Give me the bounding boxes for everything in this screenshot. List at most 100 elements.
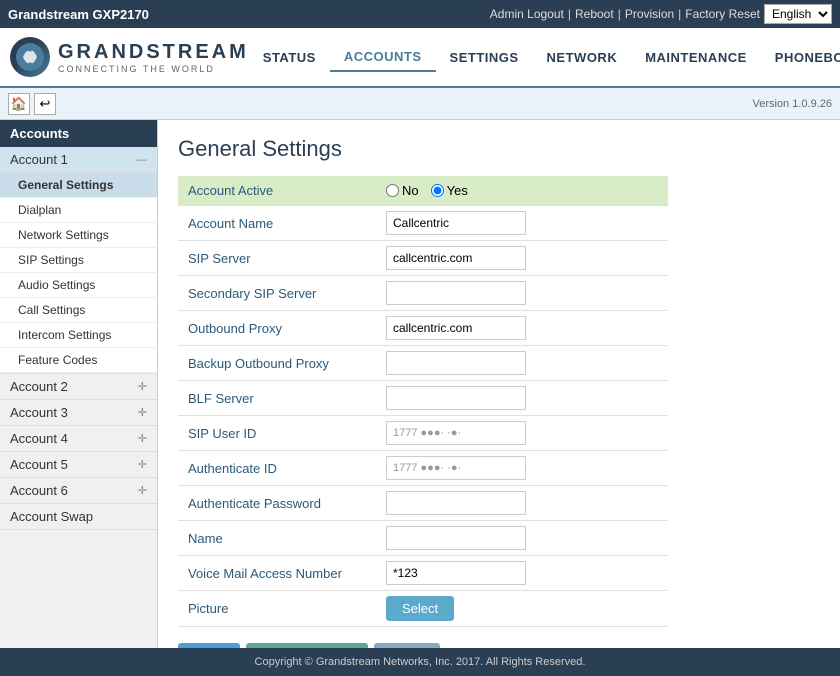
form-row-blf-server: BLF Server — [178, 381, 668, 416]
nav-accounts[interactable]: ACCOUNTS — [330, 43, 436, 72]
brand-name: GRANDSTREAM — [58, 41, 249, 64]
expand-icon-5: ✛ — [138, 458, 147, 471]
input-outbound-proxy[interactable] — [386, 316, 526, 340]
value-blf-server — [378, 381, 668, 416]
label-backup-outbound-proxy: Backup Outbound Proxy — [178, 346, 378, 381]
input-account-name[interactable] — [386, 211, 526, 235]
sidebar-account-6[interactable]: Account 6 ✛ — [0, 478, 157, 504]
sidebar-account-2-label: Account 2 — [10, 379, 68, 394]
sidebar-account-swap-label: Account Swap — [10, 509, 93, 524]
form-row-authenticate-id: Authenticate ID — [178, 451, 668, 486]
nav-maintenance[interactable]: MAINTENANCE — [631, 44, 761, 71]
collapse-icon: — — [136, 154, 147, 166]
radio-yes-label[interactable]: Yes — [431, 183, 468, 198]
radio-yes[interactable] — [431, 184, 444, 197]
main-panel: General Settings Account Active No Yes — [158, 120, 840, 648]
logo-text: GRANDSTREAM CONNECTING THE WORLD — [58, 41, 249, 74]
sidebar-general-settings[interactable]: General Settings — [0, 173, 157, 198]
sidebar-account-2[interactable]: Account 2 ✛ — [0, 374, 157, 400]
sidebar-account-1-submenu: General Settings Dialplan Network Settin… — [0, 173, 157, 374]
input-blf-server[interactable] — [386, 386, 526, 410]
expand-icon-2: ✛ — [138, 380, 147, 393]
sidebar-account-1-label: Account 1 — [10, 152, 68, 167]
sidebar-sip-settings[interactable]: SIP Settings — [0, 248, 157, 273]
label-outbound-proxy: Outbound Proxy — [178, 311, 378, 346]
sidebar-call-settings[interactable]: Call Settings — [0, 298, 157, 323]
input-secondary-sip-server[interactable] — [386, 281, 526, 305]
radio-no-text: No — [402, 183, 419, 198]
select-picture-button[interactable]: Select — [386, 596, 454, 621]
form-row-sip-server: SIP Server — [178, 241, 668, 276]
sidebar-account-1[interactable]: Account 1 — — [0, 147, 157, 173]
label-secondary-sip-server: Secondary SIP Server — [178, 276, 378, 311]
value-authenticate-password — [378, 486, 668, 521]
sidebar-account-5-label: Account 5 — [10, 457, 68, 472]
toolbar: 🏠 ↩ Version 1.0.9.26 — [0, 88, 840, 120]
value-account-name — [378, 206, 668, 241]
top-bar: Grandstream GXP2170 Admin Logout | Reboo… — [0, 0, 840, 28]
sidebar-account-swap[interactable]: Account Swap — [0, 504, 157, 530]
sidebar: Accounts Account 1 — General Settings Di… — [0, 120, 158, 648]
save-button[interactable]: Save — [178, 643, 240, 648]
sidebar-network-settings[interactable]: Network Settings — [0, 223, 157, 248]
nav-network[interactable]: NETWORK — [533, 44, 632, 71]
form-row-picture: Picture Select — [178, 591, 668, 627]
navbar: GRANDSTREAM CONNECTING THE WORLD STATUS … — [0, 28, 840, 88]
label-authenticate-id: Authenticate ID — [178, 451, 378, 486]
label-picture: Picture — [178, 591, 378, 627]
nav-settings[interactable]: SETTINGS — [436, 44, 533, 71]
toolbar-icons: 🏠 ↩ — [8, 93, 56, 115]
value-picture: Select — [378, 591, 668, 627]
sidebar-account-5[interactable]: Account 5 ✛ — [0, 452, 157, 478]
back-icon[interactable]: ↩ — [34, 93, 56, 115]
value-name — [378, 521, 668, 556]
sidebar-audio-settings[interactable]: Audio Settings — [0, 273, 157, 298]
home-icon[interactable]: 🏠 — [8, 93, 30, 115]
input-backup-outbound-proxy[interactable] — [386, 351, 526, 375]
sidebar-account-3[interactable]: Account 3 ✛ — [0, 400, 157, 426]
label-blf-server: BLF Server — [178, 381, 378, 416]
value-voicemail — [378, 556, 668, 591]
value-secondary-sip-server — [378, 276, 668, 311]
page-title: General Settings — [178, 136, 820, 162]
input-sip-user-id[interactable] — [386, 421, 526, 445]
value-account-active: No Yes — [378, 176, 668, 206]
radio-no[interactable] — [386, 184, 399, 197]
footer: Copyright © Grandstream Networks, Inc. 2… — [0, 648, 840, 676]
input-authenticate-id[interactable] — [386, 456, 526, 480]
label-account-active: Account Active — [178, 176, 378, 206]
value-sip-server — [378, 241, 668, 276]
factory-reset-link[interactable]: Factory Reset — [685, 7, 760, 21]
nav-phonebook[interactable]: PHONEBOOK — [761, 44, 840, 71]
sidebar-feature-codes[interactable]: Feature Codes — [0, 348, 157, 373]
language-select[interactable]: English — [764, 4, 832, 24]
label-account-name: Account Name — [178, 206, 378, 241]
provision-link[interactable]: Provision — [625, 7, 674, 21]
sidebar-account-4[interactable]: Account 4 ✛ — [0, 426, 157, 452]
app-title: Grandstream GXP2170 — [8, 7, 149, 22]
input-authenticate-password[interactable] — [386, 491, 526, 515]
admin-logout-link[interactable]: Admin Logout — [490, 7, 564, 21]
save-apply-button[interactable]: Save and Apply — [246, 643, 368, 648]
form-row-secondary-sip-server: Secondary SIP Server — [178, 276, 668, 311]
sidebar-account-3-label: Account 3 — [10, 405, 68, 420]
reset-button[interactable]: Reset — [374, 643, 440, 648]
nav-status[interactable]: STATUS — [249, 44, 330, 71]
input-sip-server[interactable] — [386, 246, 526, 270]
sidebar-header: Accounts — [0, 120, 157, 147]
reboot-link[interactable]: Reboot — [575, 7, 614, 21]
expand-icon-4: ✛ — [138, 432, 147, 445]
sidebar-dialplan[interactable]: Dialplan — [0, 198, 157, 223]
value-backup-outbound-proxy — [378, 346, 668, 381]
content-area: Accounts Account 1 — General Settings Di… — [0, 120, 840, 648]
radio-no-label[interactable]: No — [386, 183, 419, 198]
expand-icon-3: ✛ — [138, 406, 147, 419]
sidebar-intercom-settings[interactable]: Intercom Settings — [0, 323, 157, 348]
label-voicemail: Voice Mail Access Number — [178, 556, 378, 591]
label-authenticate-password: Authenticate Password — [178, 486, 378, 521]
form-row-account-active: Account Active No Yes — [178, 176, 668, 206]
form-buttons: Save Save and Apply Reset — [178, 643, 820, 648]
input-name[interactable] — [386, 526, 526, 550]
input-voicemail[interactable] — [386, 561, 526, 585]
version-text: Version 1.0.9.26 — [752, 98, 832, 110]
